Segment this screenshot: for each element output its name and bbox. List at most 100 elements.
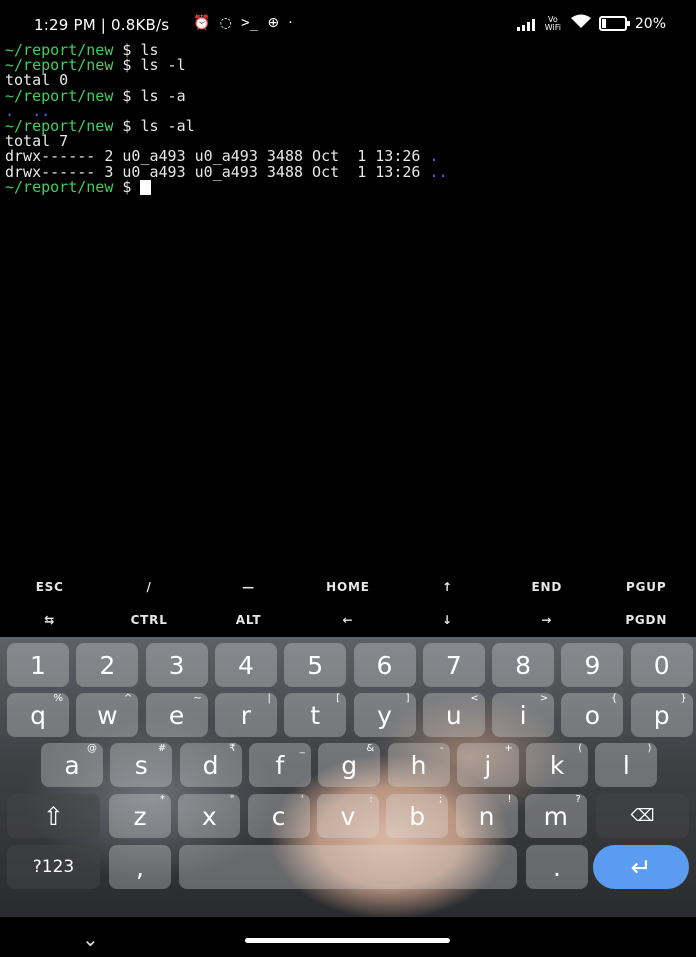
key-r[interactable]: r | <box>214 693 277 737</box>
key-j[interactable]: j + <box>456 743 519 787</box>
space-bar[interactable] <box>179 845 517 889</box>
key-q[interactable]: q% <box>7 693 69 737</box>
home-gesture-pill[interactable] <box>245 938 450 943</box>
key-5[interactable]: 5 <box>284 643 347 687</box>
key-n[interactable]: n! <box>455 794 518 838</box>
key-2[interactable]: 2 <box>76 643 139 687</box>
key-0[interactable]: 0 <box>630 643 693 687</box>
shift-key[interactable]: ⇧ <box>7 794 100 838</box>
key-s[interactable]: s # <box>110 743 173 787</box>
key-k[interactable]: k( <box>526 743 589 787</box>
key-s-hint: # <box>157 743 167 754</box>
extra-key-esc[interactable]: ESC <box>0 572 99 602</box>
key-f[interactable]: f _ <box>248 743 311 787</box>
period-key[interactable]: . <box>526 845 588 889</box>
extra-key-end[interactable]: END <box>497 572 596 602</box>
key-w-label: w <box>97 700 118 730</box>
key-z[interactable]: z * <box>109 794 171 838</box>
key-1-label: 1 <box>30 650 46 680</box>
data-saver-icon: ⊕ <box>267 15 280 31</box>
key-0-label: 0 <box>653 650 670 680</box>
terminal-cursor[interactable] <box>140 179 152 195</box>
extra-key-symbol[interactable]: ⇆ <box>0 605 99 635</box>
key-e-hint: ~ <box>193 693 202 704</box>
key-8[interactable]: 8 <box>492 643 555 687</box>
extra-key-symbol[interactable]: → <box>497 605 596 635</box>
key-y-label: y <box>377 700 392 730</box>
key-5-label: 5 <box>307 650 324 680</box>
key-g[interactable]: g & <box>318 743 381 787</box>
hide-keyboard-chevron-icon[interactable]: ⌄ <box>82 927 99 951</box>
key-c[interactable]: c ' <box>247 794 310 838</box>
key-3[interactable]: 3 <box>145 643 208 687</box>
key-e[interactable]: e ~ <box>145 693 208 737</box>
key-m-hint: ? <box>575 794 581 805</box>
key-c-hint: ' <box>300 794 304 805</box>
key-4[interactable]: 4 <box>214 643 277 687</box>
key-6[interactable]: 6 <box>353 643 416 687</box>
key-9-label: 9 <box>584 650 601 680</box>
key-9[interactable]: 9 <box>561 643 624 687</box>
key-v-hint: : <box>369 794 373 805</box>
shift-key-label: ⇧ <box>43 801 64 831</box>
extra-key-symbol[interactable]: / <box>99 572 198 602</box>
status-bar: 1:29 PM | 0.8KB/s ⏰ ◌ >_ ⊕ · Vo WiFi 20% <box>0 0 696 44</box>
key-t[interactable]: t[ <box>284 693 347 737</box>
terminal-output[interactable]: ~/report/new $ ls ~/report/new $ ls -l tot… <box>5 42 691 196</box>
extra-key-symbol[interactable]: — <box>199 572 298 602</box>
dot-icon: · <box>288 15 293 31</box>
key-z-label: z <box>133 801 147 831</box>
extra-key-alt[interactable]: ALT <box>199 605 298 635</box>
key-o[interactable]: o{ <box>561 693 624 737</box>
key-x[interactable]: x " <box>178 794 241 838</box>
enter-key-label: ↵ <box>630 852 652 882</box>
key-f-hint: _ <box>299 743 305 754</box>
key-o-label: o <box>584 700 601 730</box>
extra-key-symbol[interactable]: ← <box>298 605 397 635</box>
extra-key-home[interactable]: HOME <box>298 572 397 602</box>
backspace-key[interactable]: ⌫ <box>596 794 689 838</box>
extra-keys-row-1: ESC / — HOME ↑ END PGUP <box>0 572 696 602</box>
status-time-speed: 1:29 PM | 0.8KB/s <box>34 16 170 34</box>
key-b[interactable]: b; <box>386 794 449 838</box>
key-p[interactable]: p} <box>630 693 693 737</box>
key-a-hint: @ <box>87 743 97 754</box>
comma-key[interactable]: , <box>109 845 171 889</box>
extra-key-symbol[interactable]: ↑ <box>398 572 497 602</box>
terminal-line: ~/report/new $ ls -a <box>5 88 691 104</box>
key-a[interactable]: a @ <box>41 743 103 787</box>
extra-key-pgdn[interactable]: PGDN <box>597 605 696 635</box>
key-v-label: v <box>340 801 356 831</box>
key-b-label: b <box>409 801 426 831</box>
key-y[interactable]: y] <box>353 693 416 737</box>
key-e-label: e <box>168 700 185 730</box>
key-w-hint: ^ <box>123 693 133 704</box>
key-d[interactable]: d ₹ <box>179 743 242 787</box>
key-h[interactable]: h- <box>387 743 450 787</box>
symbols-key[interactable]: ?123 <box>7 845 100 889</box>
key-u-hint: < <box>470 693 479 704</box>
key-j-label: j <box>484 750 492 780</box>
key-h-hint: - <box>439 743 444 754</box>
key-l[interactable]: l) <box>595 743 658 787</box>
extra-key-pgup[interactable]: PGUP <box>597 572 696 602</box>
key-1[interactable]: 1 <box>7 643 69 687</box>
command-text: ls -l <box>140 56 186 75</box>
key-u[interactable]: u < <box>422 693 485 737</box>
key-v[interactable]: v: <box>316 794 379 838</box>
battery-icon <box>598 16 630 31</box>
key-g-hint: & <box>366 743 375 754</box>
key-h-label: h <box>410 750 427 780</box>
whatsapp-icon: ◌ <box>219 15 233 31</box>
enter-key[interactable]: ↵ <box>593 845 689 889</box>
key-l-hint: ) <box>647 743 652 754</box>
prompt-dollar: $ <box>113 177 141 196</box>
key-7[interactable]: 7 <box>422 643 485 687</box>
key-i[interactable]: i > <box>492 693 555 737</box>
key-y-hint: ] <box>405 693 410 704</box>
key-m[interactable]: m? <box>524 794 587 838</box>
extra-key-ctrl[interactable]: CTRL <box>99 605 198 635</box>
extra-key-symbol[interactable]: ↓ <box>398 605 497 635</box>
key-w[interactable]: w ^ <box>76 693 139 737</box>
key-i-hint: > <box>539 693 549 704</box>
